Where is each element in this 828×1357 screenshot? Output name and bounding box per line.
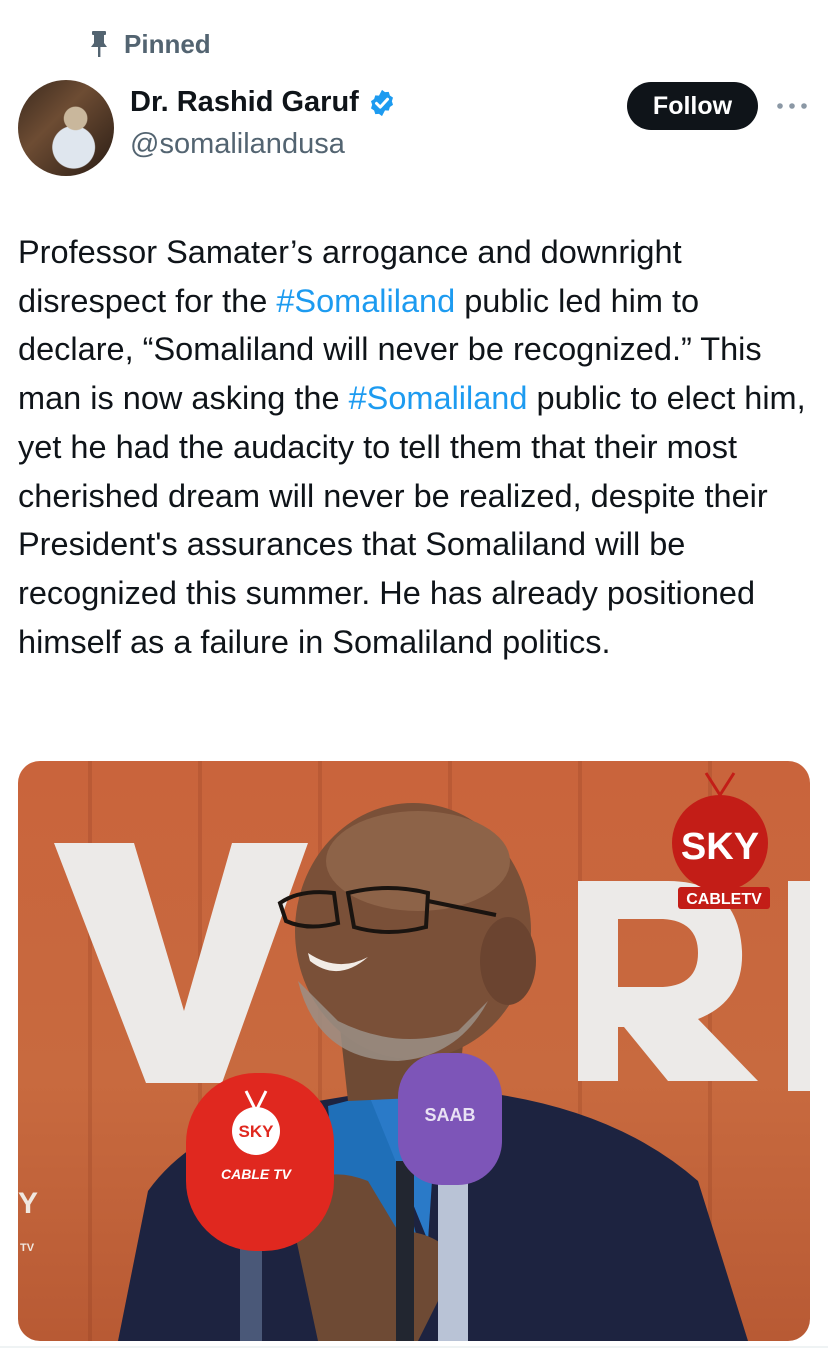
verified-badge-icon xyxy=(370,89,393,116)
author-name-row[interactable]: Dr. Rashid Garuf xyxy=(130,86,397,119)
tweet-text: Professor Samater’s arrogance and downri… xyxy=(18,228,818,666)
sky-logo-subtext: CABLETV xyxy=(686,891,762,908)
left-edge-tv: TV xyxy=(20,1242,35,1254)
author-name[interactable]: Dr. Rashid Garuf xyxy=(130,86,359,119)
mic2-logo: SAAB xyxy=(424,1105,475,1125)
more-horizontal-icon[interactable] xyxy=(775,98,809,114)
pin-icon xyxy=(91,31,107,57)
tweet-media-image[interactable]: SKY CABLE TV SAAB SKY CABLETV Y TV xyxy=(18,761,810,1341)
pinned-indicator: Pinned xyxy=(88,26,211,62)
avatar[interactable] xyxy=(18,80,114,176)
mic1-logo: SKY xyxy=(239,1122,275,1141)
pinned-label: Pinned xyxy=(124,28,211,59)
sky-logo-text: SKY xyxy=(681,826,759,868)
media-scene: SKY CABLE TV SAAB SKY CABLETV Y TV xyxy=(18,761,810,1341)
divider xyxy=(0,1346,828,1348)
author-handle[interactable]: @somalilandusa xyxy=(130,128,345,161)
follow-button[interactable]: Follow xyxy=(627,82,758,130)
hashtag-link-somaliland-2[interactable]: #Somaliland xyxy=(349,380,528,416)
tweet-text-part-3: public to elect him, yet he had the auda… xyxy=(18,380,806,660)
hashtag-link-somaliland-1[interactable]: #Somaliland xyxy=(276,283,455,319)
left-edge-letter: Y xyxy=(18,1187,38,1220)
mic1-sub: CABLE TV xyxy=(221,1166,293,1182)
